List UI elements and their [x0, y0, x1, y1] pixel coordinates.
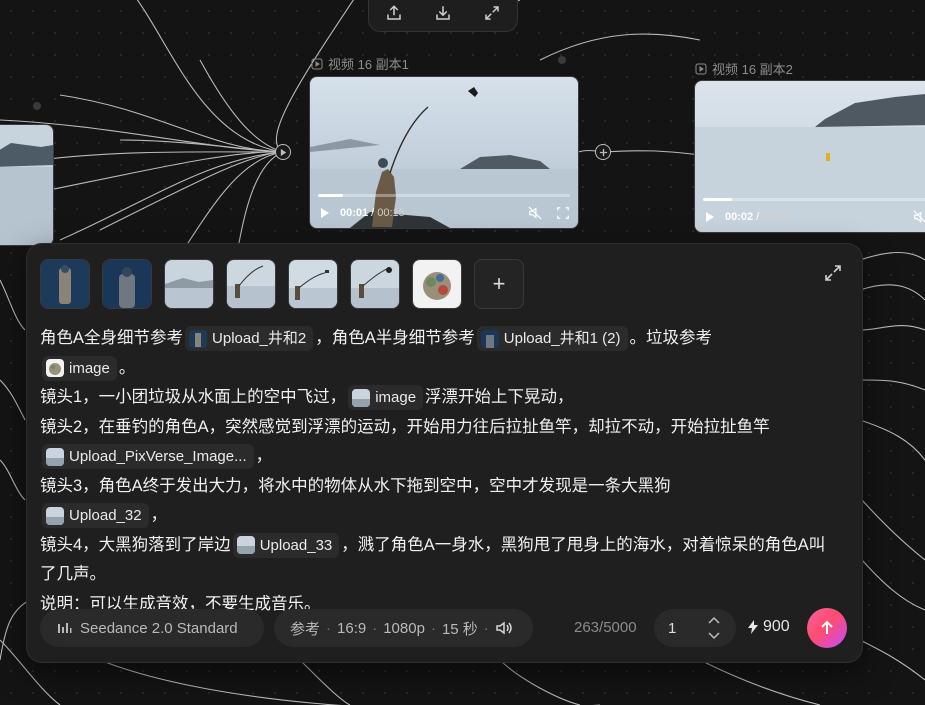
download-button[interactable]: [429, 0, 457, 27]
bars-icon: [58, 623, 72, 633]
play-button-1[interactable]: [318, 206, 332, 220]
ref-thumb-misty-lake[interactable]: [164, 259, 214, 309]
share-button[interactable]: [380, 0, 408, 27]
ref-thumb-fishing-rod[interactable]: [288, 259, 338, 309]
image-icon: [46, 506, 64, 525]
send-button[interactable]: [807, 608, 847, 648]
chip-upload-pixverse[interactable]: Upload_PixVerse_Image...: [42, 444, 254, 470]
image-icon: [46, 447, 64, 466]
prompt-text[interactable]: 角色A全身细节参考 Upload_井和2 ，角色A半身细节参考 Upload_井和1 …: [40, 324, 830, 619]
mute-icon[interactable]: [528, 206, 542, 220]
image-icon: [46, 359, 64, 378]
quantity-stepper[interactable]: 1: [654, 609, 736, 647]
reference-thumbnails: +: [40, 259, 524, 309]
node-label-2: 视频 16 副本2: [695, 59, 793, 78]
video-node-partial[interactable]: [0, 124, 54, 246]
video-frame-left: [0, 125, 53, 245]
connector-right[interactable]: [595, 144, 611, 160]
fullscreen-icon: [485, 6, 500, 20]
chip-image-1[interactable]: image: [42, 355, 117, 381]
plus-icon: [599, 148, 607, 156]
time-current-1: 00:01: [340, 207, 369, 219]
chip-upload-32[interactable]: Upload_32: [42, 503, 149, 529]
time-separator-1: /: [371, 207, 375, 219]
image-icon: [480, 329, 499, 348]
video-node-2[interactable]: 00:02 / 00:15: [694, 80, 925, 233]
model-selector[interactable]: Seedance 2.0 Standard: [40, 609, 264, 647]
chevron-up-icon: [708, 616, 720, 624]
node-label-1: 视频 16 副本1: [311, 54, 409, 73]
video-node-1[interactable]: 00:01 / 00:15: [309, 76, 579, 229]
ref-thumb-fishing-scene[interactable]: [226, 259, 276, 309]
chevron-down-icon: [708, 632, 720, 640]
image-icon: [236, 536, 255, 555]
arrow-up-icon: [821, 620, 833, 634]
video-player-2: 00:02 / 00:15: [695, 192, 925, 232]
ref-thumb-garbage[interactable]: [412, 259, 462, 309]
play-icon: [706, 212, 714, 222]
progress-bar-2[interactable]: [703, 198, 925, 201]
time-current-2: 00:02: [725, 211, 754, 223]
expand-icon[interactable]: [824, 264, 842, 282]
time-total-1: 00:15: [377, 207, 405, 219]
quantity-value: 1: [668, 619, 677, 637]
chip-upload-jinghe1[interactable]: Upload_井和1 (2): [476, 326, 628, 352]
generation-bar: Seedance 2.0 Standard 参考 · 16:9 · 1080p …: [40, 608, 849, 649]
fullscreen-icon[interactable]: [556, 206, 570, 220]
quantity-increase[interactable]: [706, 614, 722, 626]
chip-upload-33[interactable]: Upload_33: [232, 532, 340, 558]
ref-thumb-fisherman-half[interactable]: [102, 259, 152, 309]
progress-fill-1: [318, 194, 344, 197]
connector-left[interactable]: [275, 144, 291, 160]
plus-icon: +: [492, 271, 506, 296]
prompt-panel: + 角色A全身细节参考 Upload_井和2 ，角色A半身细节参考 Upload_井和…: [26, 243, 863, 663]
quantity-decrease[interactable]: [706, 630, 722, 642]
video-node-icon: [695, 63, 707, 74]
generation-settings[interactable]: 参考 · 16:9 · 1080p · 15 秒 ·: [274, 609, 533, 647]
time-total-2: 00:15: [762, 211, 790, 223]
ref-thumb-fisherman-full[interactable]: [40, 259, 90, 309]
node-toolbar: [368, 0, 518, 32]
play-button-2[interactable]: [703, 210, 717, 224]
chip-upload-jinghe2[interactable]: Upload_井和2: [185, 326, 314, 352]
mute-icon[interactable]: [913, 210, 925, 224]
image-icon: [352, 388, 371, 407]
image-icon: [189, 329, 208, 348]
video-player-1: 00:01 / 00:15: [310, 188, 578, 228]
video-node-icon: [311, 58, 323, 69]
chip-image-2[interactable]: image: [348, 385, 424, 411]
play-icon: [321, 208, 329, 218]
time-separator-2: /: [756, 211, 760, 223]
add-reference-button[interactable]: +: [474, 259, 524, 309]
credit-cost: 900: [747, 618, 790, 636]
download-icon: [436, 6, 450, 20]
progress-fill-2: [703, 198, 733, 201]
player-controls-2: 00:02 / 00:15: [703, 209, 925, 225]
player-controls-1: 00:01 / 00:15: [318, 205, 570, 221]
fullscreen-button[interactable]: [478, 0, 506, 27]
progress-bar-1[interactable]: [318, 194, 570, 197]
char-counter: 263/5000: [574, 619, 637, 636]
ref-thumb-fishing-splash[interactable]: [350, 259, 400, 309]
sound-icon: [496, 621, 512, 635]
lightning-icon: [748, 620, 758, 634]
share-icon: [386, 5, 401, 20]
play-icon: [280, 148, 286, 156]
